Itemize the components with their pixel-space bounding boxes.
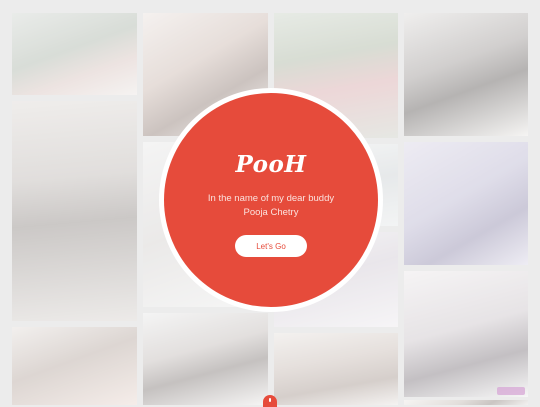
gallery-photo[interactable] xyxy=(404,142,528,265)
gallery-photo[interactable] xyxy=(404,271,528,397)
gallery-photo[interactable] xyxy=(404,13,528,136)
hero-circle: PooH In the name of my dear buddy Pooja … xyxy=(164,93,378,307)
photo-tag xyxy=(497,387,525,395)
page-title: PooH xyxy=(235,151,307,178)
gallery-photo[interactable] xyxy=(274,333,398,405)
gallery-photo[interactable] xyxy=(12,13,137,95)
gallery-photo[interactable] xyxy=(12,101,137,321)
gallery-photo[interactable] xyxy=(143,313,268,405)
gallery-photo[interactable] xyxy=(12,327,137,405)
hero-subtitle: In the name of my dear buddy Pooja Chetr… xyxy=(207,193,335,218)
gallery-photo[interactable] xyxy=(404,400,528,405)
lets-go-button[interactable]: Let's Go xyxy=(235,235,307,257)
scroll-down-icon[interactable] xyxy=(263,395,277,407)
